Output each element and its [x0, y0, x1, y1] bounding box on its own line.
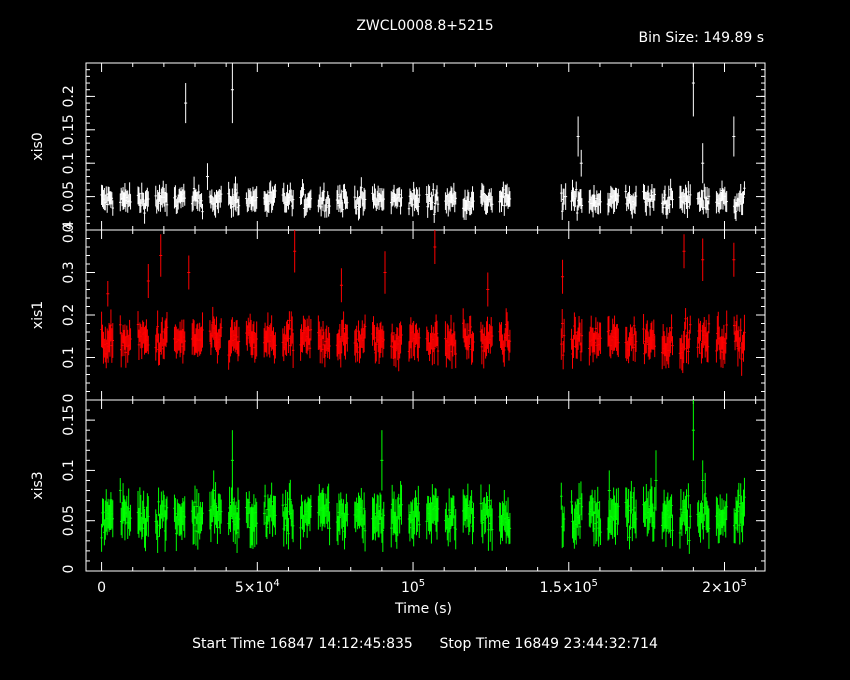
y-tick-label-xis0: 0.05	[61, 181, 77, 212]
x-axis-label: Time (s)	[394, 601, 452, 617]
x-tick-label: 2×105	[702, 578, 747, 596]
y-tick-label-xis3: 0.05	[61, 505, 77, 536]
y-tick-label-xis1: 0.3	[61, 261, 77, 283]
y-tick-label-xis1: 0.1	[61, 346, 77, 368]
y-tick-label-xis1: 0.4	[61, 221, 77, 243]
y-tick-label-xis3: 0	[61, 565, 77, 574]
y-tick-label-xis3: 0.1	[61, 459, 77, 481]
y-tick-label-xis1: 0	[61, 394, 77, 403]
x-tick-label: 105	[401, 578, 425, 596]
y-tick-label-xis1: 0.2	[61, 304, 77, 326]
y-axis-label-xis1: xis1	[30, 301, 46, 329]
y-tick-label-xis0: 0.2	[61, 85, 77, 107]
start-time-label: Start Time	[192, 636, 266, 652]
x-tick-label: 1.5×105	[540, 578, 598, 596]
panel-frame-xis1	[85, 229, 766, 401]
panel-frame-xis3	[85, 399, 766, 572]
x-tick-label: 0	[97, 580, 106, 596]
series-xis0	[100, 176, 746, 224]
bin-size-label: Bin Size: 149.89 s	[638, 30, 764, 46]
series-xis3	[100, 472, 746, 554]
stop-time-label: Stop Time	[439, 636, 511, 652]
x-tick-label: 5×104	[235, 578, 280, 596]
time-range-footer: Start Time 16847 14:12:45:835 Stop Time …	[0, 636, 850, 652]
y-tick-label-xis0: 0.1	[61, 152, 77, 174]
series-xis1	[100, 306, 746, 376]
y-axis-label-xis0: xis0	[30, 132, 46, 160]
y-axis-label-xis3: xis3	[30, 471, 46, 499]
light-curve-plot: 0 0.05 0.1 0.15 0.2 xis0 0 0.1 0.2 0.3 0.4 xis1 0 0.0…	[30, 62, 766, 617]
y-tick-label-xis0: 0.15	[61, 114, 77, 145]
y-tick-label-xis3: 0.15	[61, 405, 77, 436]
stop-time-value: 16849 23:44:32:714	[514, 636, 658, 652]
start-time-value: 16847 14:12:45:835	[269, 636, 413, 652]
